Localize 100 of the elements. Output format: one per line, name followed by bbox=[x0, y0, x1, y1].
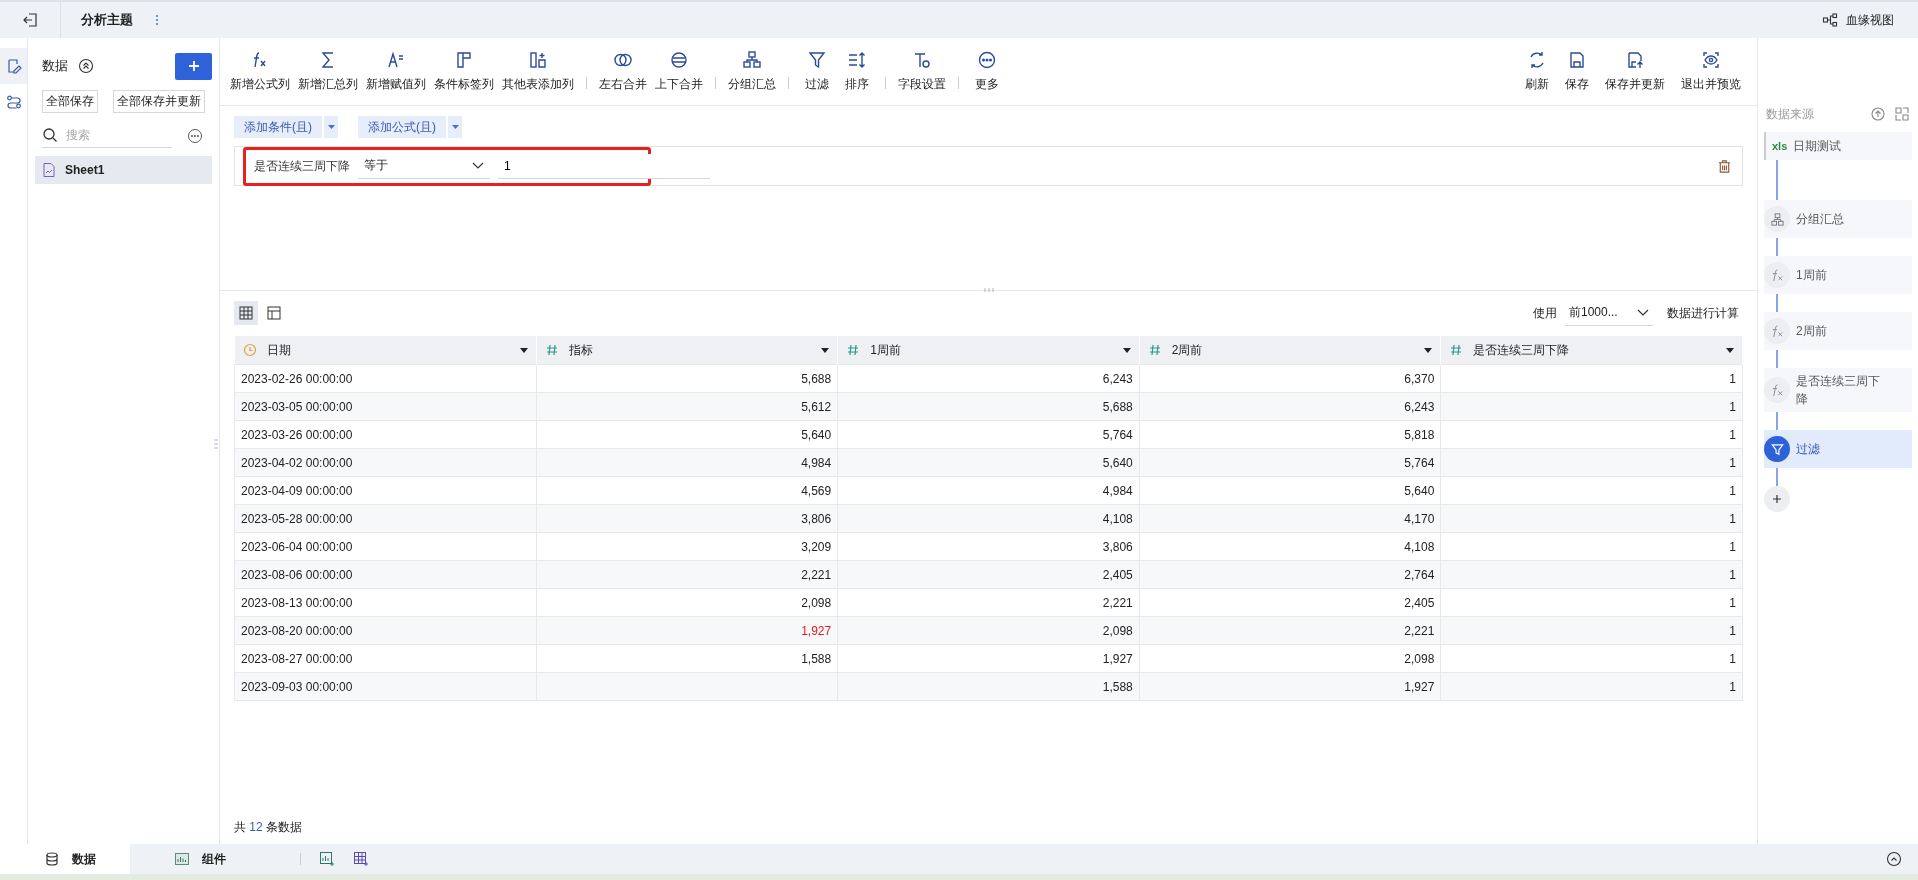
add-condition-button[interactable]: 添加公式(且) bbox=[358, 116, 446, 138]
table-cell: 2023-09-03 00:00:00 bbox=[234, 672, 537, 701]
collapse-icon[interactable] bbox=[78, 58, 94, 74]
operator-dropdown[interactable]: 等于 bbox=[358, 153, 490, 179]
add-table-icon[interactable] bbox=[353, 851, 369, 867]
collapse-icon[interactable] bbox=[1886, 851, 1902, 867]
table-cell: 2,098 bbox=[536, 588, 838, 617]
step-item[interactable]: 分组汇总 bbox=[1764, 200, 1912, 238]
table-cell: 4,569 bbox=[536, 476, 838, 505]
column-header[interactable]: 2周前 bbox=[1139, 336, 1441, 365]
toolbar-button[interactable]: 条件标签列 bbox=[430, 50, 498, 93]
toolbar-button[interactable]: 排序 bbox=[837, 50, 877, 93]
lineage-view-button[interactable]: 血缘视图 bbox=[1822, 11, 1894, 29]
tag-icon bbox=[454, 50, 474, 70]
step-item[interactable]: 2周前 bbox=[1764, 312, 1912, 350]
table-cell: 1 bbox=[1440, 644, 1743, 673]
grid-view-button[interactable] bbox=[234, 301, 258, 325]
more-icon[interactable] bbox=[155, 14, 159, 26]
sort-icon bbox=[847, 50, 867, 70]
toolbar-button[interactable]: 新增公式列 bbox=[226, 50, 294, 93]
resize-handle[interactable] bbox=[982, 288, 995, 292]
chevron-icon bbox=[472, 161, 484, 170]
toolbar-button[interactable]: 分组汇总 bbox=[724, 50, 780, 93]
column-header[interactable]: 1周前 bbox=[837, 336, 1140, 365]
rail-item[interactable] bbox=[0, 48, 27, 84]
sheet-item[interactable]: Sheet1 bbox=[35, 156, 212, 184]
toolbar-button[interactable]: 新增赋值列 bbox=[362, 50, 430, 93]
field-label: 是否连续三周下降 bbox=[254, 157, 350, 175]
toolbar-button[interactable]: 新增汇总列 bbox=[294, 50, 362, 93]
table-cell: 5,688 bbox=[536, 364, 838, 393]
toolbar-button[interactable]: 上下合并 bbox=[651, 50, 707, 93]
table-cell: 1 bbox=[1440, 448, 1743, 477]
upload-icon[interactable] bbox=[1870, 106, 1886, 122]
table-cell: 5,818 bbox=[1139, 420, 1441, 449]
save-all-button[interactable]: 全部保存 bbox=[42, 90, 98, 113]
group-icon bbox=[742, 50, 762, 70]
bottom-tab[interactable]: 组件 bbox=[130, 844, 260, 874]
caret-icon bbox=[519, 347, 528, 353]
dropdown-button[interactable] bbox=[448, 116, 462, 138]
use-label: 使用 bbox=[1533, 304, 1557, 322]
column-header[interactable]: 指标 bbox=[536, 336, 838, 365]
step-item[interactable]: 过滤 bbox=[1764, 430, 1912, 468]
calc-label: 数据进行计算 bbox=[1667, 304, 1739, 322]
toolbar-button[interactable]: 更多 bbox=[967, 50, 1007, 93]
dropdown-button[interactable] bbox=[324, 116, 338, 138]
table-cell: 1 bbox=[1440, 504, 1743, 533]
group-icon bbox=[1769, 211, 1785, 227]
table-cell: 4,984 bbox=[536, 448, 838, 477]
addcol-icon bbox=[528, 50, 548, 70]
flow-icon[interactable] bbox=[5, 94, 22, 110]
column-header[interactable]: 日期 bbox=[234, 336, 537, 365]
value-field[interactable]: 1 bbox=[498, 153, 710, 179]
panel-title: 数据 bbox=[42, 57, 68, 75]
clock-icon bbox=[242, 343, 257, 357]
exit-icon[interactable] bbox=[22, 12, 38, 28]
delete-icon[interactable] bbox=[1717, 158, 1732, 174]
add-chart-icon[interactable] bbox=[319, 851, 335, 867]
toolbar-button[interactable]: 其他表添加列 bbox=[498, 50, 578, 93]
toolbar-button[interactable]: 字段设置 bbox=[894, 50, 950, 93]
table-cell: 1,927 bbox=[1139, 672, 1441, 701]
toolbar-button[interactable]: 刷新 bbox=[1517, 50, 1557, 93]
saveupdate-icon bbox=[1625, 50, 1645, 70]
caret-icon bbox=[327, 124, 335, 130]
more-icon[interactable] bbox=[187, 127, 203, 144]
layout-icon[interactable] bbox=[1894, 106, 1910, 122]
toolbar-button[interactable]: 左右合并 bbox=[595, 50, 651, 93]
table-cell: 5,688 bbox=[837, 392, 1140, 421]
chart-file-icon bbox=[41, 162, 57, 178]
toolbar-button[interactable]: 保存 bbox=[1557, 50, 1597, 93]
save-icon bbox=[1567, 50, 1587, 70]
more-icon bbox=[977, 50, 997, 70]
layout-icon bbox=[266, 305, 282, 321]
chevron-icon bbox=[1637, 308, 1649, 317]
table-cell: 2,405 bbox=[837, 560, 1140, 589]
search-icon bbox=[42, 127, 58, 143]
table-cell: 1 bbox=[1440, 672, 1743, 701]
caret-icon bbox=[1726, 347, 1734, 353]
add-button[interactable] bbox=[175, 52, 212, 80]
table-cell: 5,640 bbox=[536, 420, 838, 449]
toolbar-button[interactable]: 退出并预览 bbox=[1673, 50, 1749, 93]
add-step-button[interactable] bbox=[1764, 486, 1790, 512]
table-cell: 2023-08-20 00:00:00 bbox=[234, 616, 537, 645]
step-item[interactable]: 是否连续三周下降 bbox=[1764, 368, 1912, 412]
toolbar-button[interactable]: 保存并更新 bbox=[1597, 50, 1673, 93]
table-cell: 5,764 bbox=[837, 420, 1140, 449]
table-cell: 6,243 bbox=[1139, 392, 1441, 421]
table-cell: 1 bbox=[1440, 616, 1743, 645]
page-title: 分析主题 bbox=[81, 11, 133, 29]
save-all-button[interactable]: 全部保存并更新 bbox=[113, 90, 205, 113]
add-condition-button[interactable]: 添加条件(且) bbox=[234, 116, 322, 138]
table-cell: 1,927 bbox=[536, 616, 838, 645]
limit-dropdown[interactable]: 前1000... bbox=[1565, 300, 1653, 326]
step-item[interactable]: xls 日期测试 bbox=[1764, 132, 1912, 160]
step-item[interactable]: 1周前 bbox=[1764, 256, 1912, 294]
chart-icon bbox=[174, 851, 190, 867]
grid-icon bbox=[238, 305, 254, 321]
toolbar-button[interactable]: 过滤 bbox=[797, 50, 837, 93]
column-header[interactable]: 是否连续三周下降 bbox=[1440, 336, 1743, 365]
table-cell: 6,370 bbox=[1139, 364, 1441, 393]
bottom-tab[interactable]: 数据 bbox=[0, 844, 130, 874]
